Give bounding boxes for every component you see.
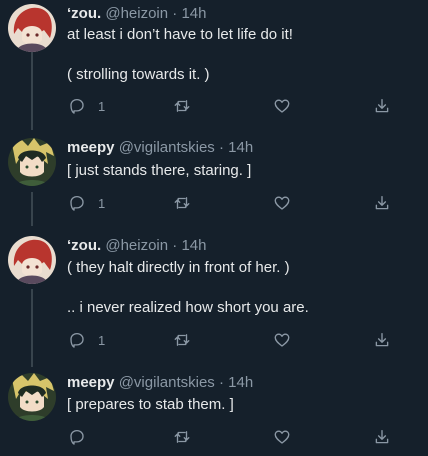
display-name[interactable]: ‘zou. <box>67 5 101 22</box>
tweet[interactable]: meepy @vigilantskies · 14h [ just stands… <box>0 138 428 218</box>
retweet-icon <box>174 334 190 346</box>
tweet-text-line: ( they halt directly in front of her. ) <box>67 259 290 276</box>
avatar[interactable] <box>8 236 56 284</box>
tweet[interactable]: meepy @vigilantskies · 14h [ prepares to… <box>0 373 428 453</box>
tweet-text-line: [ prepares to stab them. ] <box>67 396 234 413</box>
separator-dot: · <box>172 5 178 22</box>
tweet-text-line: ( strolling towards it. ) <box>67 66 210 83</box>
retweet-button[interactable] <box>173 427 191 447</box>
tweet-header: ‘zou. @heizoin · 14h <box>67 236 206 256</box>
reply-count: 1 <box>98 332 106 348</box>
share-icon <box>375 429 389 444</box>
tweet-header: meepy @vigilantskies · 14h <box>67 373 253 393</box>
reply-count: 1 <box>98 195 106 211</box>
avatar[interactable] <box>8 138 56 186</box>
retweet-button[interactable] <box>173 96 191 116</box>
tweet[interactable]: ‘zou. @heizoin · 14h ( they halt directl… <box>0 236 428 356</box>
user-handle[interactable]: @vigilantskies <box>119 374 215 391</box>
heart-icon <box>274 430 290 444</box>
retweet-icon <box>174 197 190 209</box>
reply-button[interactable] <box>68 427 98 447</box>
retweet-button[interactable] <box>173 193 191 213</box>
reply-button[interactable]: 1 <box>68 96 105 116</box>
share-button[interactable] <box>373 427 391 447</box>
share-icon <box>375 98 389 113</box>
display-name[interactable]: meepy <box>67 374 115 391</box>
avatar[interactable] <box>8 4 56 52</box>
like-button[interactable] <box>273 427 291 447</box>
like-button[interactable] <box>273 193 291 213</box>
avatar-red-haired-icon <box>8 236 56 284</box>
tweet-actions: 1 <box>0 193 428 213</box>
reply-icon <box>70 98 84 114</box>
separator-dot: · <box>218 374 224 391</box>
reply-button[interactable]: 1 <box>68 193 105 213</box>
display-name[interactable]: meepy <box>67 139 115 156</box>
share-button[interactable] <box>373 96 391 116</box>
reply-icon <box>70 332 84 348</box>
tweet-text-line: [ just stands there, staring. ] <box>67 162 252 179</box>
tweet[interactable]: ‘zou. @heizoin · 14h at least i don’t ha… <box>0 4 428 124</box>
share-button[interactable] <box>373 193 391 213</box>
timestamp[interactable]: 14h <box>181 5 206 22</box>
user-handle[interactable]: @heizoin <box>105 237 168 254</box>
reply-button[interactable]: 1 <box>68 330 105 350</box>
share-icon <box>375 195 389 210</box>
reply-count: 1 <box>98 98 106 114</box>
heart-icon <box>274 99 290 113</box>
retweet-button[interactable] <box>173 330 191 350</box>
like-button[interactable] <box>273 330 291 350</box>
timestamp[interactable]: 14h <box>228 374 253 391</box>
avatar-dark-haired-icon <box>8 373 56 421</box>
separator-dot: · <box>172 237 178 254</box>
heart-icon <box>274 196 290 210</box>
user-handle[interactable]: @heizoin <box>105 5 168 22</box>
like-button[interactable] <box>273 96 291 116</box>
timestamp[interactable]: 14h <box>181 237 206 254</box>
tweet-header: meepy @vigilantskies · 14h <box>67 138 253 158</box>
display-name[interactable]: ‘zou. <box>67 237 101 254</box>
user-handle[interactable]: @vigilantskies <box>119 139 215 156</box>
tweet-text-line: .. i never realized how short you are. <box>67 299 309 316</box>
separator-dot: · <box>218 139 224 156</box>
avatar-dark-haired-icon <box>8 138 56 186</box>
tweet-header: ‘zou. @heizoin · 14h <box>67 4 206 24</box>
retweet-icon <box>174 431 190 443</box>
share-button[interactable] <box>373 330 391 350</box>
avatar-red-haired-icon <box>8 4 56 52</box>
tweet-text-line: at least i don’t have to let life do it! <box>67 26 293 43</box>
reply-icon <box>70 429 84 445</box>
tweet-actions: 1 <box>0 96 428 116</box>
tweet-actions <box>0 427 428 447</box>
heart-icon <box>274 333 290 347</box>
avatar[interactable] <box>8 373 56 421</box>
retweet-icon <box>174 100 190 112</box>
tweet-actions: 1 <box>0 330 428 350</box>
reply-icon <box>70 195 84 211</box>
share-icon <box>375 332 389 347</box>
timestamp[interactable]: 14h <box>228 139 253 156</box>
